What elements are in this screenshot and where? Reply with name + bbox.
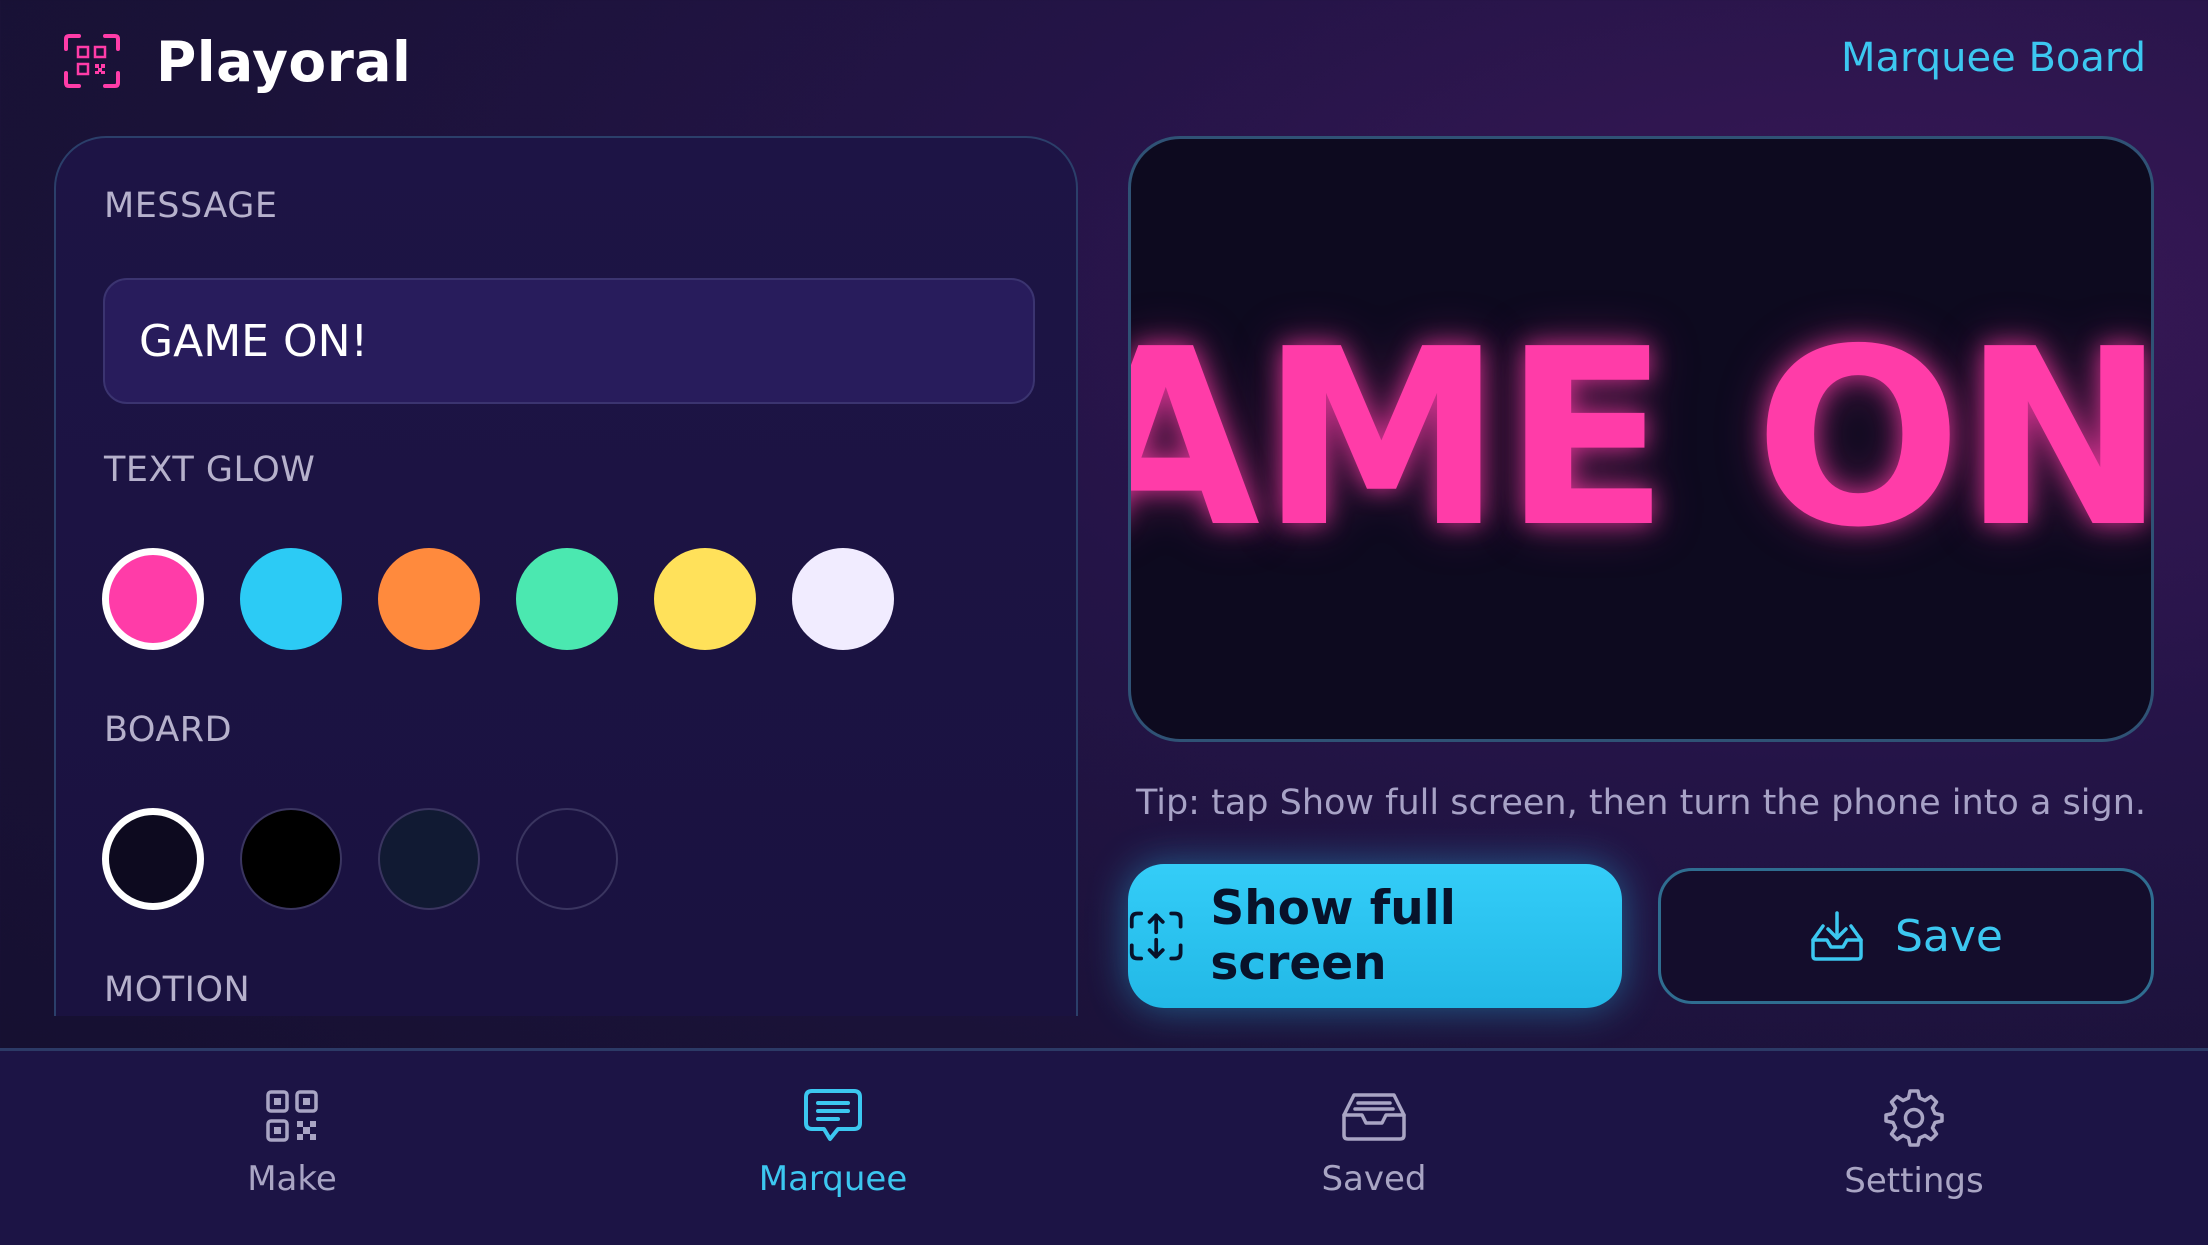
bottom-nav: Make Marquee Saved Settings (0, 1048, 2208, 1245)
marquee-board-link[interactable]: Marquee Board (1841, 30, 2146, 86)
tip-text: Tip: tap Show full screen, then turn the… (1135, 783, 2147, 823)
glow-swatch-5[interactable] (654, 548, 756, 650)
nav-label-saved: Saved (1321, 1159, 1427, 1199)
qr-scan-icon (64, 34, 120, 88)
nav-item-saved[interactable]: Saved (1098, 1051, 1650, 1245)
show-full-screen-label: Show full screen (1210, 881, 1456, 991)
glow-swatch-1[interactable] (102, 548, 204, 650)
glow-swatch-3[interactable] (378, 548, 480, 650)
gear-icon (1884, 1089, 1944, 1147)
board-swatch-1[interactable] (102, 808, 204, 910)
save-button[interactable]: Save (1658, 868, 2154, 1004)
save-label: Save (1894, 910, 2003, 962)
nav-item-marquee[interactable]: Marquee (557, 1051, 1109, 1245)
chat-bubble-icon (804, 1089, 862, 1141)
board-swatch-4[interactable] (516, 808, 618, 910)
inbox-tray-icon (1342, 1093, 1406, 1141)
marquee-preview-text: GAME ON! (1131, 297, 2154, 581)
nav-label-settings: Settings (1844, 1161, 1984, 1201)
glow-swatch-6[interactable] (792, 548, 894, 650)
show-full-screen-button[interactable]: Show full screen (1128, 864, 1622, 1008)
board-label: BOARD (104, 710, 233, 750)
nav-item-make[interactable]: Make (16, 1051, 568, 1245)
marquee-preview[interactable]: GAME ON! (1128, 136, 2154, 742)
fullscreen-icon (1129, 911, 1183, 961)
download-tray-icon (1811, 911, 1863, 961)
message-input[interactable] (103, 278, 1035, 404)
glow-swatch-4[interactable] (516, 548, 618, 650)
motion-label: MOTION (104, 970, 251, 1010)
nav-label-marquee: Marquee (758, 1159, 908, 1199)
message-label: MESSAGE (104, 186, 278, 226)
nav-item-settings[interactable]: Settings (1638, 1051, 2190, 1245)
board-swatch-3[interactable] (378, 808, 480, 910)
app-title: Playoral (156, 30, 412, 94)
nav-label-make: Make (247, 1159, 337, 1199)
board-swatch-2[interactable] (240, 808, 342, 910)
glow-swatch-2[interactable] (240, 548, 342, 650)
text-glow-label: TEXT GLOW (104, 450, 316, 490)
qr-code-icon (266, 1090, 318, 1142)
editor-panel: MESSAGE TEXT GLOW BOARD MOTION (54, 136, 1078, 1016)
